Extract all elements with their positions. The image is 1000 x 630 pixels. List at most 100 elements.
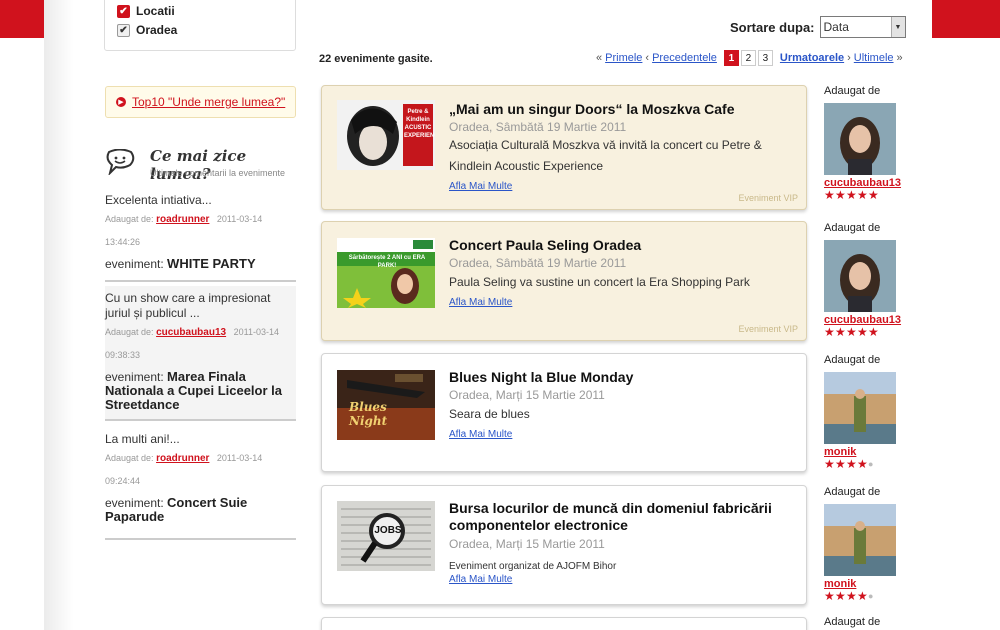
speech-bubble-icon [106, 149, 135, 175]
comment-meta: Adaugat de: roadrunner 2011-03-14 [105, 208, 296, 231]
comment-time: 13:44:26 [105, 237, 141, 247]
event-description: Asociația Culturală Moszkva vă invită la… [449, 138, 762, 173]
top10-link[interactable]: Top10 "Unde merge lumea?" [132, 95, 285, 109]
top10-box: ▶ Top10 "Unde merge lumea?" [105, 86, 296, 118]
comment-date: 2011-03-14 [216, 453, 263, 463]
star-empty-icon: ● [868, 591, 874, 601]
pager-first-arrow: « [596, 52, 603, 64]
comment-event: eveniment: Marea Finala Nationala a Cupe… [105, 366, 296, 419]
event-poster-image [337, 501, 435, 571]
comment-item: Excelenta intiativa... Adaugat de: roadr… [105, 193, 296, 282]
pager-prev[interactable]: Precedentele [652, 52, 717, 64]
comment-meta: Adaugat de: cucubaubau13 2011-03-14 [105, 321, 296, 344]
divider [105, 419, 296, 421]
star-icon: ★ [824, 589, 835, 603]
event-date: Oradea, Sâmbătă 19 Martie 2011 [449, 120, 627, 134]
comment-item: La multi ani!... Adaugat de: roadrunner … [105, 432, 296, 540]
avatar[interactable] [824, 504, 896, 576]
filter-label: Oradea [136, 23, 178, 37]
star-icon: ★ [846, 457, 857, 471]
event-poster[interactable]: JOBS [337, 501, 435, 571]
event-more-link[interactable]: Afla Mai Multe [449, 297, 512, 308]
event-poster[interactable]: Petre & Kindlein ACUSTIC EXPERIENCE [337, 100, 435, 170]
dropdown-arrow-icon[interactable]: ▼ [890, 17, 905, 37]
page-content: ✔ Locatii ✔ Oradea ▶ Top10 "Unde merge l… [74, 0, 932, 630]
event-more-link[interactable]: Afla Mai Multe [449, 181, 512, 192]
added-by-item: Adaugat de cucubaubau13 ★ ★ ★ ★ ★ [824, 85, 904, 201]
event-date: Oradea, Sâmbătă 19 Martie 2011 [449, 256, 627, 270]
pager-last[interactable]: Ultimele [854, 52, 894, 64]
event-more-link[interactable]: Afla Mai Multe [449, 429, 512, 440]
pager-first[interactable]: Primele [605, 52, 642, 64]
comment-event-name[interactable]: WHITE PARTY [167, 256, 256, 271]
comment-user-link[interactable]: roadrunner [156, 453, 209, 464]
comment-item: Cu un show care a impresionat juriul și … [105, 286, 296, 421]
pager-last-arrow: » [896, 52, 903, 64]
rating-stars: ★ ★ ★ ★ ★ [824, 188, 904, 202]
avatar[interactable] [824, 372, 896, 444]
event-card[interactable]: JOBS Bursa locurilor de muncă din domeni… [321, 485, 807, 605]
pager-next-arrow: › [847, 52, 851, 64]
pager-page[interactable]: 3 [757, 50, 773, 66]
header-band-left [0, 0, 44, 38]
pager-page[interactable]: 1 [723, 50, 739, 66]
pager-page[interactable]: 2 [740, 50, 756, 66]
star-icon: ★ [824, 325, 835, 339]
sort-label: Sortare dupa: [730, 19, 815, 35]
comment-text: Excelenta intiativa... [105, 193, 212, 207]
comment-added-prefix: Adaugat de: [105, 327, 154, 337]
star-icon: ★ [868, 188, 879, 202]
added-by-item: Adaugat de monik ★ ★ ★ ★ ● [824, 486, 904, 602]
comment-added-prefix: Adaugat de: [105, 214, 154, 224]
added-by-label: Adaugat de [824, 354, 881, 366]
comment-date: 2011-03-14 [216, 214, 263, 224]
star-icon: ★ [868, 325, 879, 339]
event-title[interactable]: „Mai am un singur Doors“ la Moszkva Cafe [449, 101, 799, 118]
filter-oradea[interactable]: ✔ Oradea [117, 23, 177, 37]
event-card[interactable] [321, 617, 807, 630]
star-icon: ★ [846, 188, 857, 202]
star-icon: ★ [857, 325, 868, 339]
star-icon: ★ [846, 325, 857, 339]
event-description: Paula Seling va sustine un concert la Er… [449, 275, 750, 289]
sort-select[interactable]: Data ▼ [819, 16, 906, 38]
comment-added-prefix: Adaugat de: [105, 453, 154, 463]
checkbox-checked-icon[interactable]: ✔ [117, 4, 130, 18]
filter-box: ✔ Locatii ✔ Oradea [104, 0, 296, 51]
event-vip-badge: Eveniment VIP [738, 324, 798, 334]
star-empty-icon: ● [868, 459, 874, 469]
added-by-label: Adaugat de [824, 616, 881, 628]
event-poster-text: Sărbătorește 2 ANI cu ERA PARK! [348, 255, 426, 269]
star-icon: ★ [835, 188, 846, 202]
event-poster-image [337, 238, 435, 308]
added-by-label: Adaugat de [824, 85, 881, 97]
comment-user-link[interactable]: roadrunner [156, 214, 209, 225]
comments-subtitle: Ultimele comentarii la evenimente [150, 168, 286, 178]
event-more-link[interactable]: Afla Mai Multe [449, 574, 512, 585]
event-title[interactable]: Concert Paula Seling Oradea [449, 237, 799, 254]
event-card[interactable]: Blues Night Blues Night la Blue Monday O… [321, 353, 807, 472]
event-vip-badge: Eveniment VIP [738, 193, 798, 203]
results-count: 22 evenimente gasite. [319, 53, 433, 65]
event-card[interactable]: Sărbătorește 2 ANI cu ERA PARK! Concert … [321, 221, 807, 341]
star-icon: ★ [857, 188, 868, 202]
checkbox-checked-icon[interactable]: ✔ [117, 23, 130, 37]
added-by-item: Adaugat de monik ★ ★ ★ ★ ● [824, 354, 904, 470]
avatar[interactable] [824, 103, 896, 175]
filter-locatii[interactable]: ✔ Locatii [117, 4, 175, 18]
event-card[interactable]: Petre & Kindlein ACUSTIC EXPERIENCE „Mai… [321, 85, 807, 210]
comment-user-link[interactable]: cucubaubau13 [156, 327, 226, 338]
comment-date: 2011-03-14 [233, 327, 279, 337]
page-shadow-left [44, 0, 74, 630]
event-description: Seara de blues [449, 407, 530, 421]
event-poster[interactable]: Sărbătorește 2 ANI cu ERA PARK! [337, 238, 435, 308]
pager-prev-arrow: ‹ [645, 52, 650, 64]
event-poster[interactable]: Blues Night [337, 370, 435, 440]
header-band-right [932, 0, 1000, 38]
event-title[interactable]: Blues Night la Blue Monday [449, 369, 799, 386]
event-title[interactable]: Bursa locurilor de muncă din domeniul fa… [449, 500, 799, 534]
pager-next[interactable]: Urmatoarele [780, 52, 844, 64]
avatar[interactable] [824, 240, 896, 312]
comment-text: Cu un show care a impresionat juriul și … [105, 291, 271, 320]
comment-event: eveniment: WHITE PARTY [105, 253, 296, 280]
